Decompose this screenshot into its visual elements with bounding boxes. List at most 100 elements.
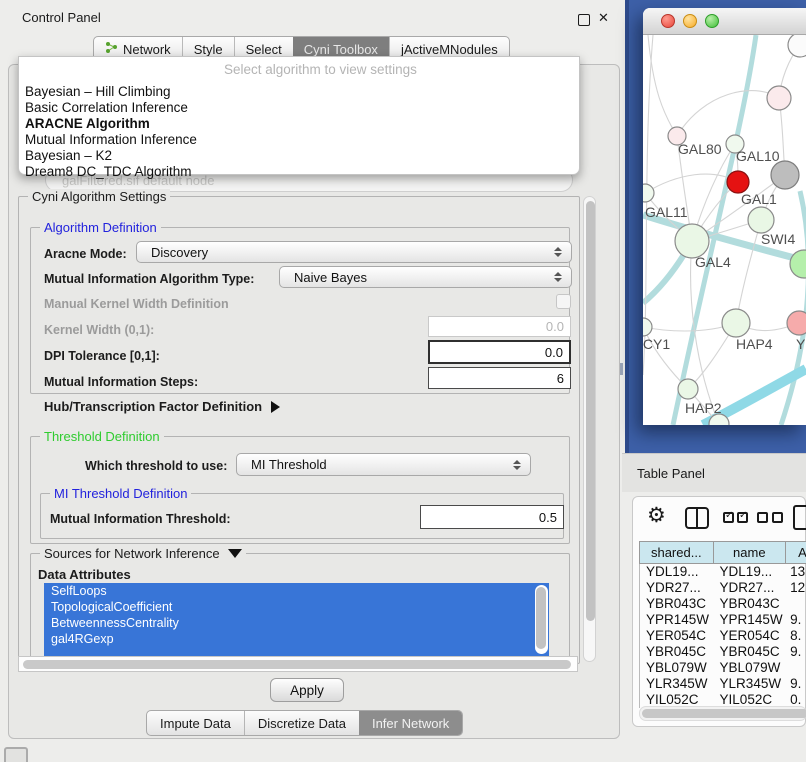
manual-kernel-label: Manual Kernel Width Definition — [44, 297, 229, 311]
minimize-window-icon[interactable] — [683, 14, 697, 28]
attribute-item-selected[interactable]: SelfLoops — [44, 583, 549, 599]
column-header-partial[interactable]: A — [786, 542, 806, 563]
attributes-scrollbar[interactable] — [535, 585, 548, 654]
attribute-item-partial[interactable] — [44, 647, 549, 656]
mi-threshold-label: Mutual Information Threshold: — [50, 512, 231, 526]
mi-steps-value: 6 — [557, 371, 564, 386]
zoom-window-icon[interactable] — [705, 14, 719, 28]
table-row[interactable]: YLR345W YLR345W 9. — [640, 676, 806, 692]
table-row[interactable]: YBR045C YBR045C 9. — [640, 644, 806, 660]
network-tab-icon — [105, 41, 118, 57]
sources-group-header[interactable]: Sources for Network Inference — [40, 546, 246, 561]
mi-algorithm-type-label: Mutual Information Algorithm Type: — [44, 272, 254, 286]
cell-col3 — [786, 660, 806, 676]
algorithm-option[interactable]: Dream8 DC_TDC Algorithm — [23, 164, 575, 180]
collapsed-arrow-icon[interactable] — [271, 401, 280, 413]
tab-discretize-data[interactable]: Discretize Data — [244, 711, 359, 735]
network-canvas[interactable]: GAL80 GAL10 GAL11 GAL1 SWI4 GAL4 GCY1 HA… — [643, 35, 806, 425]
sources-group-title: Sources for Network Inference — [44, 546, 220, 561]
algorithm-definition-title: Algorithm Definition — [40, 220, 161, 235]
tab-infer-network[interactable]: Infer Network — [359, 711, 462, 735]
attributes-scrollbar-thumb[interactable] — [536, 587, 546, 649]
attribute-item-selected[interactable]: gal4RGexp — [44, 631, 549, 647]
node-label-gal11: GAL11 — [645, 204, 688, 220]
tab-impute-data-label: Impute Data — [160, 716, 231, 731]
cell-name: YBL079W — [714, 660, 787, 676]
aracne-mode-combo[interactable]: Discovery — [136, 241, 572, 263]
cell-name: YER054C — [714, 628, 787, 644]
column-header-name[interactable]: name — [714, 542, 787, 563]
data-attributes-list[interactable]: SelfLoops TopologicalCoefficient Between… — [44, 583, 549, 656]
node-label-hap4: HAP4 — [736, 336, 773, 352]
manual-kernel-checkbox[interactable] — [556, 294, 571, 309]
algorithm-option[interactable]: Basic Correlation Inference — [23, 100, 575, 116]
collapsed-panel-icon[interactable] — [4, 747, 28, 762]
cell-col3 — [786, 596, 806, 612]
table-row[interactable]: YPR145W YPR145W 9. — [640, 612, 806, 628]
combo-stepper-icon — [513, 460, 521, 470]
cell-name: YDL19... — [714, 564, 787, 580]
cell-name: YBR045C — [714, 644, 787, 660]
table-row[interactable]: YDR27... YDR27... 12 — [640, 580, 806, 596]
mi-threshold-field[interactable]: 0.5 — [420, 505, 564, 529]
splitter-handle[interactable] — [620, 363, 623, 375]
table-row[interactable]: YER054C YER054C 8. — [640, 628, 806, 644]
close-panel-icon[interactable]: ✕ — [598, 11, 609, 24]
settings-vertical-scrollbar-thumb[interactable] — [586, 201, 595, 621]
attribute-item-selected[interactable]: TopologicalCoefficient — [44, 599, 549, 615]
algorithm-option[interactable]: Bayesian – K2 — [23, 148, 575, 164]
network-graph: GAL80 GAL10 GAL11 GAL1 SWI4 GAL4 GCY1 HA… — [643, 35, 806, 425]
dpi-tolerance-field[interactable]: 0.0 — [428, 340, 571, 364]
tab-infer-network-label: Infer Network — [372, 716, 449, 731]
table-row[interactable]: YBL079W YBL079W — [640, 660, 806, 676]
attribute-item-selected[interactable]: BetweennessCentrality — [44, 615, 549, 631]
deselect-checkboxes-icon[interactable] — [757, 512, 783, 523]
tab-select-label: Select — [246, 42, 282, 57]
cell-col3: 9. — [786, 612, 806, 628]
algorithm-option-selected[interactable]: ARACNE Algorithm — [23, 116, 575, 132]
settings-vertical-scrollbar[interactable] — [583, 196, 596, 662]
dpi-tolerance-value: 0.0 — [545, 345, 563, 360]
node-label-gal1: GAL1 — [741, 191, 777, 207]
table-horizontal-scrollbar-thumb[interactable] — [642, 709, 806, 718]
network-view-window[interactable]: GAL80 GAL10 GAL11 GAL1 SWI4 GAL4 GCY1 HA… — [643, 8, 806, 425]
gear-icon[interactable]: ⚙ — [647, 505, 666, 526]
table-panel-title: Table Panel — [637, 466, 705, 481]
mi-steps-field[interactable]: 6 — [428, 367, 571, 389]
cell-name: YLR345W — [714, 676, 787, 692]
mi-algorithm-type-combo[interactable]: Naive Bayes — [279, 266, 572, 288]
mi-threshold-value: 0.5 — [539, 510, 557, 525]
network-window-titlebar[interactable] — [643, 8, 806, 35]
table-row[interactable]: YDL19... YDL19... 13 — [640, 564, 806, 580]
settings-horizontal-scrollbar[interactable] — [18, 656, 578, 672]
split-columns-icon[interactable] — [685, 507, 709, 529]
close-window-icon[interactable] — [661, 14, 675, 28]
select-all-checkboxes-icon[interactable] — [723, 512, 748, 523]
table-row[interactable]: YBR043C YBR043C — [640, 596, 806, 612]
table-horizontal-scrollbar[interactable] — [639, 706, 806, 721]
combo-stepper-icon — [554, 247, 562, 257]
table-body[interactable]: YDL19... YDL19... 13 YDR27... YDR27... 1… — [639, 564, 806, 708]
settings-horizontal-scrollbar-thumb[interactable] — [23, 660, 571, 669]
which-threshold-label: Which threshold to use: — [85, 459, 227, 473]
file-icon[interactable] — [793, 505, 806, 530]
float-panel-icon[interactable] — [578, 14, 590, 26]
kernel-width-field[interactable]: 0.0 — [428, 316, 571, 337]
expanded-arrow-icon[interactable] — [228, 549, 242, 558]
hub-definition-section[interactable]: Hub/Transcription Factor Definition — [44, 399, 280, 414]
algorithm-dropdown-list: Bayesian – Hill Climbing Basic Correlati… — [23, 84, 575, 180]
tab-cyni-toolbox-label: Cyni Toolbox — [304, 42, 378, 57]
cell-shared: YPR145W — [640, 612, 714, 628]
node-label-gcy1: GCY1 — [643, 336, 670, 352]
tab-discretize-data-label: Discretize Data — [258, 716, 346, 731]
algorithm-option[interactable]: Bayesian – Hill Climbing — [23, 84, 575, 100]
apply-button[interactable]: Apply — [270, 678, 344, 702]
tab-impute-data[interactable]: Impute Data — [147, 711, 244, 735]
which-threshold-combo[interactable]: MI Threshold — [236, 453, 531, 476]
algorithm-option[interactable]: Mutual Information Inference — [23, 132, 575, 148]
cyni-algorithm-settings-title: Cyni Algorithm Settings — [28, 189, 170, 204]
algorithm-dropdown-popup: Select algorithm to view settings Bayesi… — [18, 56, 580, 175]
column-header-shared[interactable]: shared... — [640, 542, 714, 563]
table-toolbar: ⚙ — [633, 501, 805, 535]
which-threshold-value: MI Threshold — [237, 457, 513, 472]
